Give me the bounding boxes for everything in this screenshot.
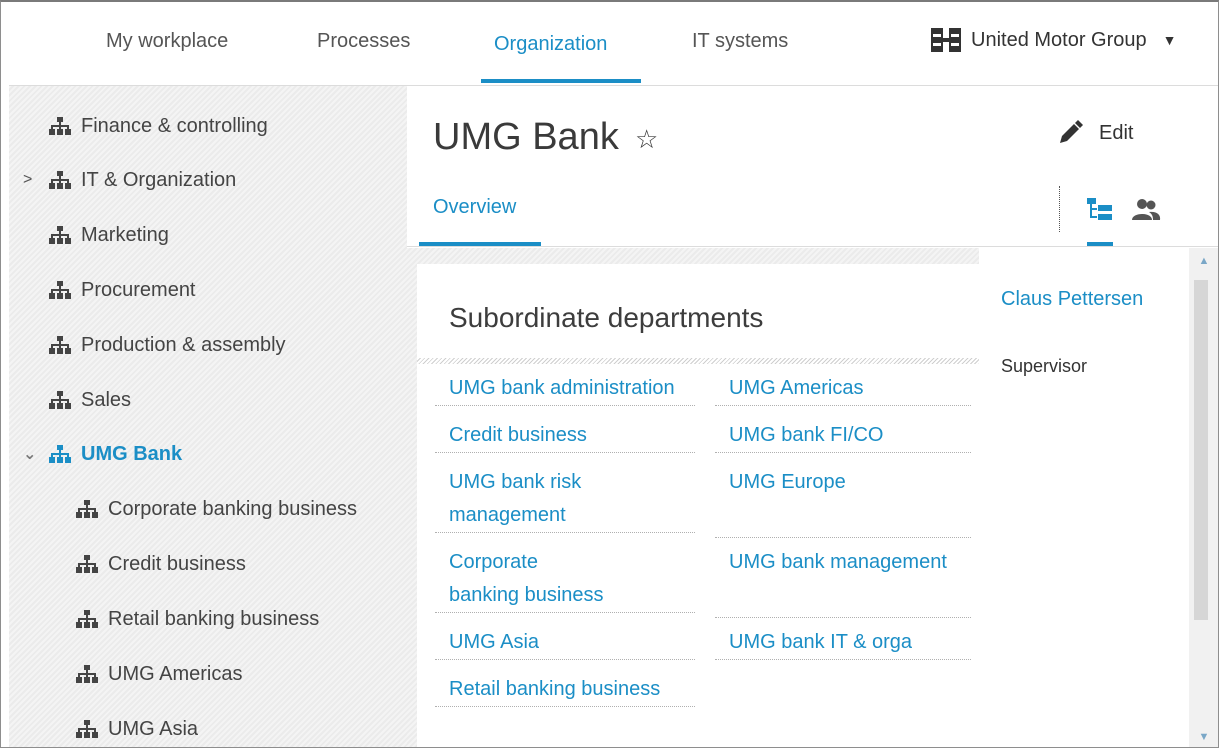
org-unit-icon — [49, 281, 71, 299]
sidebar-item-sales[interactable]: Sales — [49, 385, 131, 415]
section-divider — [417, 358, 979, 364]
org-unit-icon — [49, 391, 71, 409]
subordinate-departments-card: Subordinate departments UMG bank adminis… — [417, 264, 979, 747]
active-tab-indicator — [481, 79, 641, 83]
supervisor-role: Supervisor — [1001, 356, 1088, 376]
org-unit-icon — [76, 500, 98, 518]
chevron-right-icon[interactable]: > — [23, 171, 32, 189]
sidebar-item-label: Retail banking business — [108, 607, 320, 630]
edit-button[interactable]: Edit — [1057, 120, 1133, 146]
nav-tab-processes[interactable]: Processes — [317, 30, 410, 53]
sidebar-item-label: UMG Asia — [108, 717, 199, 740]
dept-link[interactable]: UMG Asia — [435, 626, 695, 660]
company-selector[interactable]: United Motor Group ▼ — [931, 28, 1177, 52]
scroll-up-icon[interactable]: ▲ — [1195, 252, 1213, 270]
dept-link[interactable]: UMG bank FI/CO — [715, 419, 971, 453]
sidebar-item-label: Corporate banking business — [108, 497, 358, 520]
nav-tab-it-systems[interactable]: IT systems — [692, 30, 788, 53]
sidebar-item-umg-americas[interactable]: UMG Americas — [76, 659, 242, 689]
org-unit-icon — [49, 226, 71, 244]
sidebar-item-credit-business[interactable]: Credit business — [76, 549, 246, 579]
org-tree-sidebar: Finance & controlling > IT & Organizatio… — [9, 86, 407, 747]
sidebar-item-procurement[interactable]: Procurement — [49, 275, 196, 305]
org-unit-icon — [49, 171, 71, 189]
company-name: United Motor Group — [971, 28, 1147, 51]
sidebar-item-label: IT & Organization — [81, 168, 237, 191]
sidebar-item-label: Marketing — [81, 223, 169, 246]
view-switch-divider — [1059, 186, 1060, 232]
vertical-scrollbar[interactable]: ▲ ▼ — [1189, 248, 1218, 747]
sidebar-item-umg-asia[interactable]: UMG Asia — [76, 714, 198, 744]
dept-link[interactable]: UMG Europe — [715, 466, 971, 538]
sidebar-item-marketing[interactable]: Marketing — [49, 220, 169, 250]
content-area: Subordinate departments UMG bank adminis… — [407, 248, 1218, 747]
sidebar-item-corporate-banking[interactable]: Corporate banking business — [76, 494, 357, 524]
sidebar-item-label: Sales — [81, 388, 132, 411]
dept-link[interactable]: Retail banking business — [435, 673, 695, 707]
chevron-down-icon[interactable]: ⌄ — [23, 444, 36, 464]
org-unit-icon — [49, 117, 71, 135]
sidebar-item-label: UMG Bank — [81, 442, 183, 465]
app-window: My workplace Processes Organization IT s… — [0, 0, 1219, 748]
tree-view-icon[interactable] — [1087, 196, 1113, 222]
sidebar-item-label: Finance & controlling — [81, 114, 268, 137]
org-unit-icon — [76, 610, 98, 628]
org-unit-icon — [49, 445, 71, 463]
dept-link[interactable]: Credit business — [435, 419, 695, 453]
dept-link[interactable]: UMG Americas — [715, 372, 971, 406]
org-unit-icon — [49, 336, 71, 354]
pencil-icon — [1060, 120, 1083, 143]
dept-link[interactable]: UMG bank administration — [435, 372, 695, 406]
nav-tab-organization[interactable]: Organization — [494, 33, 607, 56]
sidebar-item-label: Procurement — [81, 278, 196, 301]
org-unit-icon — [76, 665, 98, 683]
star-icon[interactable]: ☆ — [635, 124, 658, 155]
edit-label: Edit — [1099, 121, 1134, 144]
tabs-divider — [407, 246, 1218, 247]
tab-overview[interactable]: Overview — [433, 196, 516, 219]
supervisor-panel: Claus Pettersen Supervisor — [979, 248, 1189, 747]
dept-link[interactable]: UMG bank management — [715, 546, 971, 618]
dept-link[interactable]: UMG bank IT & orga — [715, 626, 971, 660]
dept-link[interactable]: Corporate banking business — [435, 546, 695, 613]
people-icon[interactable] — [1131, 198, 1161, 222]
caret-down-icon: ▼ — [1162, 32, 1177, 48]
org-unit-icon — [76, 720, 98, 738]
sidebar-item-label: Credit business — [108, 552, 246, 575]
scroll-down-icon[interactable]: ▼ — [1195, 728, 1213, 746]
supervisor-name-link[interactable]: Claus Pettersen — [1001, 288, 1143, 311]
sidebar-item-finance[interactable]: Finance & controlling — [49, 111, 268, 141]
scroll-thumb[interactable] — [1194, 280, 1208, 620]
company-logo-icon — [931, 28, 961, 52]
sidebar-item-umg-bank[interactable]: ⌄ UMG Bank — [23, 439, 183, 469]
sidebar-item-label: Production & assembly — [81, 333, 286, 356]
org-unit-icon — [76, 555, 98, 573]
section-title: Subordinate departments — [449, 302, 764, 333]
sidebar-item-it-organization[interactable]: > IT & Organization — [23, 165, 237, 195]
sidebar-item-retail-banking[interactable]: Retail banking business — [76, 604, 319, 634]
active-view-indicator — [1087, 242, 1113, 246]
sidebar-item-label: UMG Americas — [108, 662, 243, 685]
page-title: UMG Bank — [433, 116, 619, 158]
dept-link[interactable]: UMG bank risk management — [435, 466, 695, 533]
top-navigation: My workplace Processes Organization IT s… — [9, 2, 1218, 86]
nav-tab-my-workplace[interactable]: My workplace — [106, 30, 228, 53]
sidebar-item-production[interactable]: Production & assembly — [49, 330, 286, 360]
